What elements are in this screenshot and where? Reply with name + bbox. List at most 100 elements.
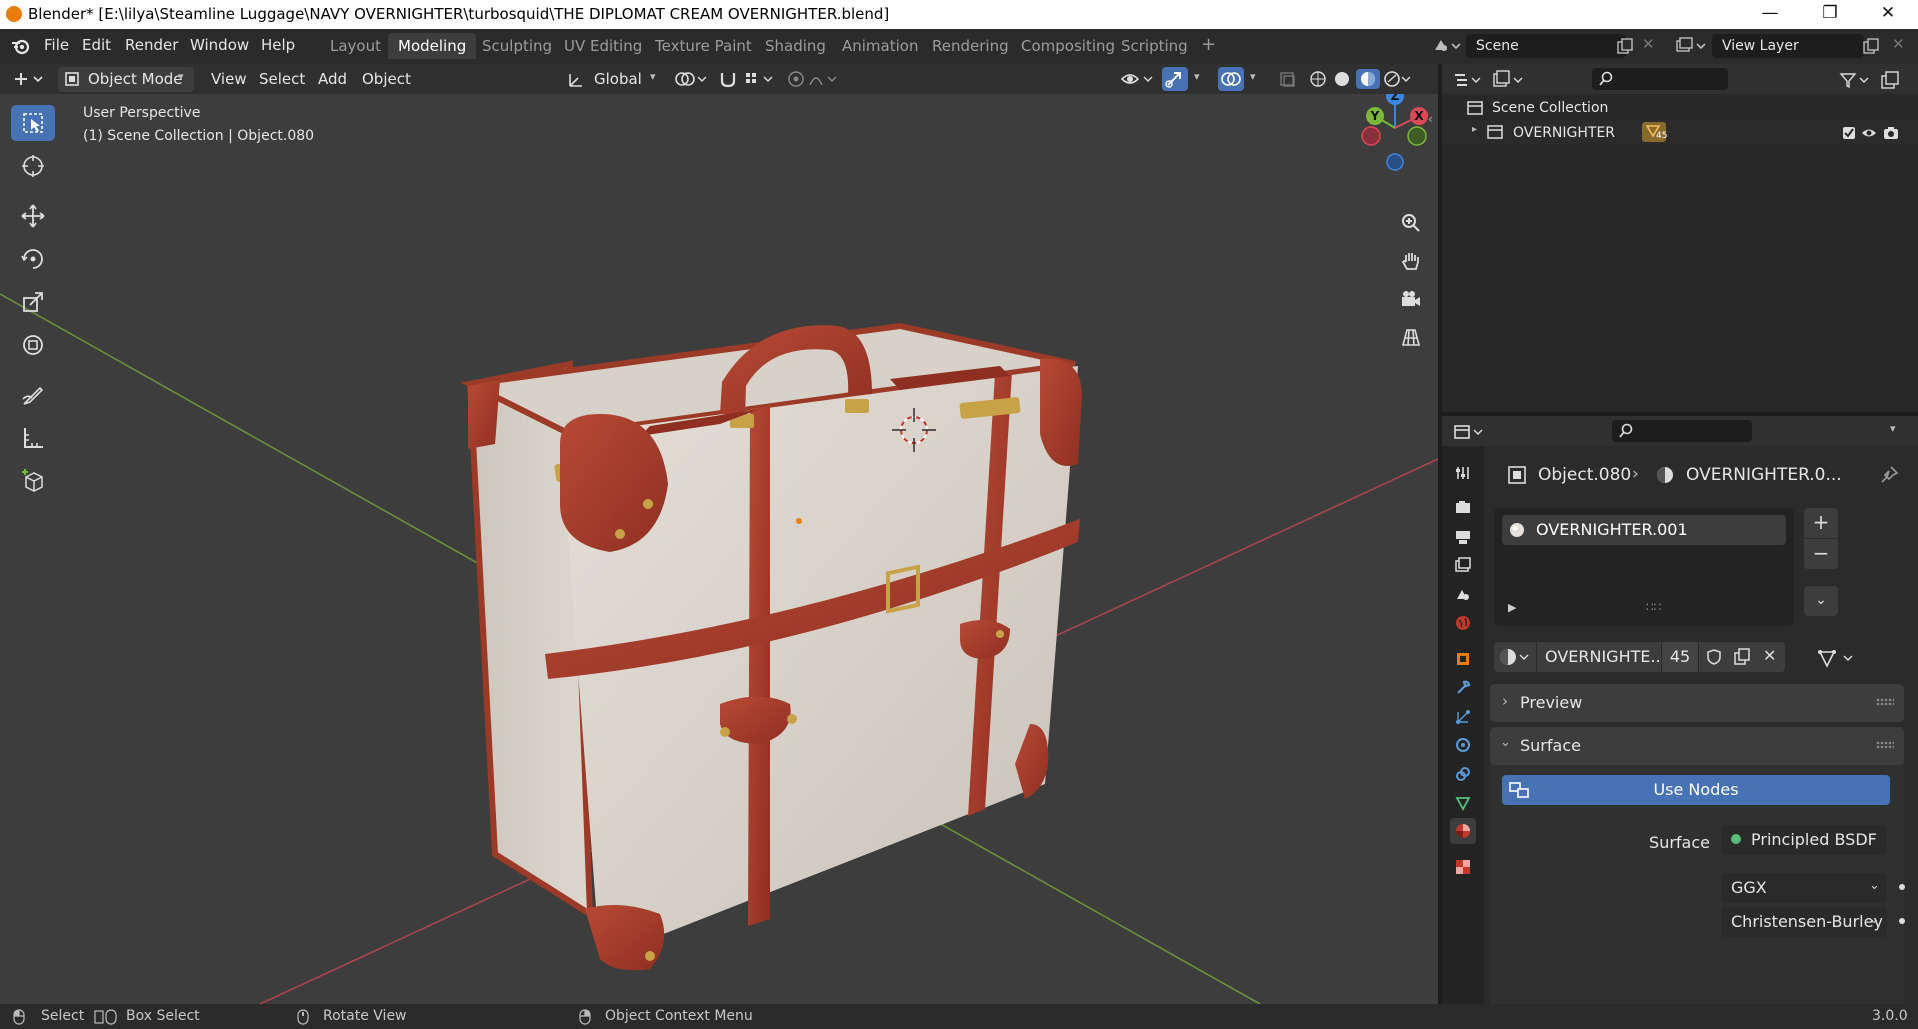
menu-render[interactable]: Render [125, 36, 178, 54]
tab-render[interactable] [1450, 494, 1476, 520]
pan-button[interactable] [1395, 245, 1427, 277]
camera-view-button[interactable] [1395, 283, 1427, 315]
tab-material[interactable] [1450, 818, 1476, 844]
play-triangle-icon[interactable]: ▶ [1508, 601, 1516, 614]
viewport-menu-add[interactable]: Add [318, 70, 347, 88]
proportional-editing-icon[interactable] [786, 69, 846, 89]
zoom-button[interactable] [1395, 207, 1427, 239]
measure-tool[interactable] [11, 420, 55, 456]
tab-scripting[interactable]: Scripting [1111, 33, 1198, 59]
material-slot-row[interactable]: OVERNIGHTER.001 [1502, 515, 1786, 545]
new-view-layer-icon[interactable] [1862, 37, 1880, 55]
tab-constraints[interactable] [1450, 761, 1476, 787]
subsurface-method-dropdown[interactable]: Christensen-Burley ⌄ [1721, 907, 1887, 937]
select-box-tool[interactable] [11, 105, 55, 141]
close-button[interactable]: ✕ [1858, 0, 1918, 29]
add-material-slot-button[interactable]: + [1804, 508, 1838, 538]
outliner-scene-collection[interactable]: Scene Collection [1492, 100, 1608, 116]
tab-texture-paint[interactable]: Texture Paint [645, 33, 762, 59]
tab-physics[interactable] [1450, 732, 1476, 758]
tab-object[interactable] [1450, 646, 1476, 672]
view-layer-name-field[interactable]: View Layer [1712, 34, 1864, 58]
tab-modeling[interactable]: Modeling [388, 33, 477, 59]
outliner-editor-icons[interactable] [1452, 70, 1532, 90]
tab-rendering[interactable]: Rendering [922, 33, 1019, 59]
material-specials-button[interactable]: ⌄ [1804, 586, 1838, 616]
surface-panel-header[interactable]: ⌄ Surface [1490, 727, 1904, 765]
view-layer-icon[interactable] [1674, 36, 1708, 56]
drag-handle-icon[interactable] [1876, 698, 1894, 706]
material-user-count[interactable]: 45 [1662, 642, 1698, 672]
pivot-point-icon[interactable] [674, 69, 710, 89]
scene-icon[interactable] [1432, 36, 1462, 56]
tab-uv-editing[interactable]: UV Editing [554, 33, 652, 59]
menu-file[interactable]: File [44, 36, 69, 54]
visibility-selectability-icon[interactable] [1120, 69, 1156, 89]
outliner-collection-name[interactable]: OVERNIGHTER [1513, 125, 1615, 141]
minimize-button[interactable]: — [1740, 0, 1800, 29]
viewport-menu-select[interactable]: Select [259, 70, 305, 88]
tab-world[interactable] [1450, 610, 1476, 636]
transform-orientation-dropdown[interactable]: Global ▾ [564, 67, 662, 92]
annotate-tool[interactable] [11, 377, 55, 413]
material-name-field[interactable]: OVERNIGHTE... [1537, 642, 1666, 672]
material-link-icon[interactable] [1816, 646, 1860, 670]
outliner-filter-icons[interactable] [1838, 70, 1908, 90]
tab-object-data[interactable] [1450, 790, 1476, 816]
delete-view-layer-icon[interactable]: ✕ [1892, 35, 1905, 53]
scale-tool[interactable] [11, 284, 55, 320]
subsurface-keyframe-dot[interactable] [1899, 918, 1905, 924]
properties-editor-icon[interactable] [1452, 422, 1492, 442]
pin-icon[interactable] [1878, 464, 1900, 486]
add-cube-tool[interactable] [11, 462, 55, 498]
overlays-toggle-button[interactable] [1218, 67, 1244, 91]
add-workspace-button[interactable]: + [1201, 34, 1216, 55]
tab-scene[interactable] [1450, 581, 1476, 607]
snap-icon[interactable] [718, 69, 780, 89]
chevron-down-icon[interactable]: ▾ [1890, 422, 1896, 435]
3d-viewport[interactable]: User Perspective (1) Scene Collection | … [0, 64, 1438, 1004]
tab-compositing[interactable]: Compositing [1011, 33, 1125, 59]
remove-material-slot-button[interactable]: − [1804, 539, 1838, 569]
gizmo-neg-x[interactable] [1361, 126, 1381, 146]
duplicate-icon[interactable] [1732, 647, 1752, 667]
transform-tool[interactable] [11, 327, 55, 363]
tab-shading[interactable]: Shading [755, 33, 836, 59]
tab-view-layer[interactable] [1450, 552, 1476, 578]
navigation-gizmo[interactable]: Z Y X [1355, 86, 1435, 174]
rotate-tool[interactable] [11, 241, 55, 277]
shading-mode-group[interactable] [1308, 69, 1412, 89]
distribution-dropdown[interactable]: GGX ⌄ [1721, 873, 1887, 903]
tab-layout[interactable]: Layout [320, 33, 391, 59]
editor-type-icon[interactable] [12, 70, 50, 88]
sidebar-toggle-icon[interactable]: ‹ [1428, 112, 1433, 126]
maximize-button[interactable]: ❐ [1800, 0, 1860, 29]
shield-fake-user-icon[interactable] [1705, 648, 1723, 666]
xray-toggle-icon[interactable] [1278, 70, 1298, 88]
tab-animation[interactable]: Animation [832, 33, 928, 59]
tab-particles[interactable] [1450, 704, 1476, 730]
outliner-search-input[interactable] [1592, 68, 1728, 90]
gizmo-toggle-button[interactable] [1162, 67, 1188, 91]
expand-arrow-icon[interactable]: ▸ [1472, 124, 1477, 135]
chevron-down-icon[interactable]: ▾ [1250, 70, 1256, 83]
resize-grip-icon[interactable]: ∷∷ [1646, 600, 1661, 614]
menu-window[interactable]: Window [190, 36, 249, 54]
unlink-icon[interactable]: ✕ [1763, 646, 1776, 665]
menu-edit[interactable]: Edit [82, 36, 111, 54]
new-scene-icon[interactable] [1616, 37, 1634, 55]
surface-shader-field[interactable]: Principled BSDF [1721, 825, 1887, 855]
tab-sculpting[interactable]: Sculpting [472, 33, 562, 59]
use-nodes-button[interactable]: Use Nodes [1502, 775, 1890, 805]
preview-panel-header[interactable]: › Preview [1490, 684, 1904, 722]
properties-search-input[interactable] [1612, 420, 1752, 442]
outliner-row-toggles[interactable] [1840, 124, 1910, 142]
drag-handle-icon[interactable] [1876, 741, 1894, 749]
distribution-keyframe-dot[interactable] [1899, 884, 1905, 890]
scene-name-field[interactable]: Scene [1466, 34, 1626, 58]
chevron-down-icon[interactable]: ▾ [1194, 70, 1200, 83]
blender-menu-icon[interactable] [10, 37, 30, 55]
tab-modifiers[interactable] [1450, 675, 1476, 701]
delete-scene-icon[interactable]: ✕ [1642, 35, 1655, 53]
cursor-tool[interactable] [11, 148, 55, 184]
